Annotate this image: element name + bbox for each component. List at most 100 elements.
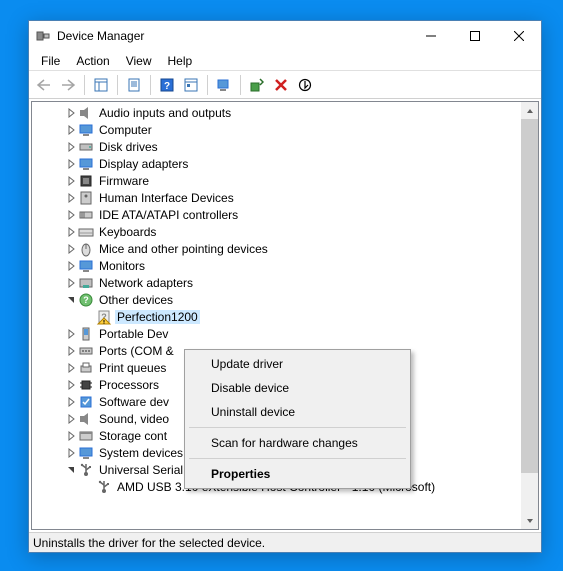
forward-button[interactable] xyxy=(57,74,79,96)
node-label[interactable]: Mice and other pointing devices xyxy=(97,242,270,256)
expand-icon[interactable] xyxy=(64,157,78,171)
ctx-scan-hardware[interactable]: Scan for hardware changes xyxy=(187,431,408,455)
usb-icon xyxy=(78,462,94,478)
expand-icon[interactable] xyxy=(64,242,78,256)
scroll-down-button[interactable] xyxy=(521,512,538,529)
node-label[interactable]: System devices xyxy=(97,446,185,460)
expand-icon[interactable] xyxy=(64,429,78,443)
menu-help[interactable]: Help xyxy=(160,52,201,70)
tree-node[interactable]: Display adapters xyxy=(32,155,521,172)
node-label[interactable]: Other devices xyxy=(97,293,175,307)
uninstall-button[interactable] xyxy=(270,74,292,96)
scan-hardware-button[interactable] xyxy=(213,74,235,96)
expand-icon[interactable] xyxy=(64,123,78,137)
tree-node[interactable]: Keyboards xyxy=(32,223,521,240)
ide-icon xyxy=(78,207,94,223)
maximize-button[interactable] xyxy=(453,21,497,51)
expand-icon[interactable] xyxy=(82,480,96,494)
action-sheet-button[interactable] xyxy=(180,74,202,96)
tree-node[interactable]: ?Perfection1200 xyxy=(32,308,521,325)
node-label[interactable]: Print queues xyxy=(97,361,168,375)
node-label[interactable]: Disk drives xyxy=(97,140,160,154)
back-button[interactable] xyxy=(33,74,55,96)
port-icon xyxy=(78,343,94,359)
ctx-update-driver[interactable]: Update driver xyxy=(187,352,408,376)
expand-icon[interactable] xyxy=(64,191,78,205)
node-label[interactable]: Monitors xyxy=(97,259,147,273)
tree-node[interactable]: Mice and other pointing devices xyxy=(32,240,521,257)
collapse-icon[interactable] xyxy=(64,293,78,307)
scroll-track[interactable] xyxy=(521,119,538,512)
tree-node[interactable]: Audio inputs and outputs xyxy=(32,104,521,121)
monitor-icon xyxy=(78,122,94,138)
tree-node[interactable]: Network adapters xyxy=(32,274,521,291)
node-label[interactable]: Network adapters xyxy=(97,276,195,290)
node-label[interactable]: Display adapters xyxy=(97,157,190,171)
node-label[interactable]: Human Interface Devices xyxy=(97,191,236,205)
menu-view[interactable]: View xyxy=(118,52,160,70)
tree-node[interactable]: Human Interface Devices xyxy=(32,189,521,206)
node-label[interactable]: Sound, video xyxy=(97,412,171,426)
chip-icon xyxy=(78,173,94,189)
context-menu: Update driver Disable device Uninstall d… xyxy=(184,349,411,489)
tree-node[interactable]: Computer xyxy=(32,121,521,138)
expand-icon[interactable] xyxy=(64,225,78,239)
expand-icon[interactable] xyxy=(64,276,78,290)
ctx-uninstall-device[interactable]: Uninstall device xyxy=(187,400,408,424)
printer-icon xyxy=(78,360,94,376)
node-label[interactable]: Firmware xyxy=(97,174,151,188)
collapse-icon[interactable] xyxy=(64,463,78,477)
expand-icon[interactable] xyxy=(64,446,78,460)
storage-icon xyxy=(78,428,94,444)
window-title: Device Manager xyxy=(57,29,409,43)
minimize-button[interactable] xyxy=(409,21,453,51)
tree-node[interactable]: IDE ATA/ATAPI controllers xyxy=(32,206,521,223)
expand-icon[interactable] xyxy=(64,208,78,222)
tree-node[interactable]: Monitors xyxy=(32,257,521,274)
menu-file[interactable]: File xyxy=(33,52,68,70)
tree-node[interactable]: Disk drives xyxy=(32,138,521,155)
vertical-scrollbar[interactable] xyxy=(521,102,538,529)
ctx-properties[interactable]: Properties xyxy=(187,462,408,486)
node-label[interactable]: Keyboards xyxy=(97,225,158,239)
scroll-thumb[interactable] xyxy=(521,119,538,473)
keyboard-icon xyxy=(78,224,94,240)
node-label[interactable]: Processors xyxy=(97,378,161,392)
show-hide-tree-button[interactable] xyxy=(90,74,112,96)
node-label[interactable]: Portable Dev xyxy=(97,327,170,341)
help-button[interactable]: ? xyxy=(156,74,178,96)
tree-node[interactable]: Portable Dev xyxy=(32,325,521,342)
expand-icon[interactable] xyxy=(64,327,78,341)
expand-icon[interactable] xyxy=(64,174,78,188)
expand-icon[interactable] xyxy=(64,412,78,426)
expand-icon[interactable] xyxy=(82,310,96,324)
mouse-icon xyxy=(78,241,94,257)
disable-button[interactable] xyxy=(294,74,316,96)
node-label[interactable]: Perfection1200 xyxy=(115,310,200,324)
update-driver-button[interactable] xyxy=(246,74,268,96)
tree-node[interactable]: Firmware xyxy=(32,172,521,189)
expand-icon[interactable] xyxy=(64,344,78,358)
expand-icon[interactable] xyxy=(64,259,78,273)
expand-icon[interactable] xyxy=(64,106,78,120)
system-icon xyxy=(78,445,94,461)
menu-action[interactable]: Action xyxy=(68,52,117,70)
node-label[interactable]: IDE ATA/ATAPI controllers xyxy=(97,208,240,222)
expand-icon[interactable] xyxy=(64,140,78,154)
scroll-up-button[interactable] xyxy=(521,102,538,119)
status-text: Uninstalls the driver for the selected d… xyxy=(33,536,265,550)
node-label[interactable]: Audio inputs and outputs xyxy=(97,106,233,120)
ctx-disable-device[interactable]: Disable device xyxy=(187,376,408,400)
node-label[interactable]: Ports (COM & xyxy=(97,344,176,358)
node-label[interactable]: Software dev xyxy=(97,395,171,409)
menubar: File Action View Help xyxy=(29,51,541,71)
node-label[interactable]: Computer xyxy=(97,123,154,137)
expand-icon[interactable] xyxy=(64,378,78,392)
node-label[interactable]: Storage cont xyxy=(97,429,169,443)
properties-icon-button[interactable] xyxy=(123,74,145,96)
network-icon xyxy=(78,275,94,291)
close-button[interactable] xyxy=(497,21,541,51)
expand-icon[interactable] xyxy=(64,395,78,409)
expand-icon[interactable] xyxy=(64,361,78,375)
tree-node[interactable]: ?Other devices xyxy=(32,291,521,308)
